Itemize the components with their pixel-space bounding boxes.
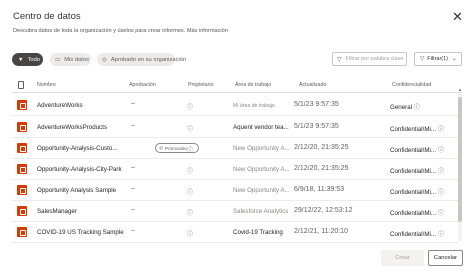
table-row[interactable]: COVID-19 US Tracking Sample – ⓘ Covid-19 Tr… <box>12 222 458 243</box>
row-sensitivity: Confidential\Mi... ⓘ <box>390 166 450 175</box>
sensitivity-label: Confidential\Mi... <box>390 147 437 154</box>
sensitivity-label: Confidential\Mi... <box>390 210 437 217</box>
dataset-icon <box>17 100 27 110</box>
owner-info-icon[interactable]: ⓘ <box>187 102 199 111</box>
info-icon[interactable]: ⓘ <box>438 231 444 238</box>
chevron-down-icon: ⌄ <box>452 56 457 62</box>
owner-info-icon[interactable]: ⓘ <box>187 166 199 175</box>
filter-org-label: Aprobado en su organización <box>110 56 187 63</box>
filter-all-label: Todo <box>27 56 41 63</box>
filter-button[interactable]: ▽ Filtrar(1) ⌄ <box>414 52 462 66</box>
row-name[interactable]: Opportunity Analysis Sample <box>37 187 129 194</box>
col-workspace[interactable]: Área de trabajo <box>235 82 271 88</box>
col-owner[interactable]: Propietario <box>188 82 214 88</box>
scrollbar[interactable]: ▲ <box>458 87 462 241</box>
filter-approved-tab[interactable]: ◎ Aprobado en su organización <box>97 53 186 66</box>
dataset-icon <box>17 122 27 132</box>
row-name[interactable]: COVID-19 US Tracking Sample <box>37 229 129 236</box>
row-sensitivity: Confidential\Mi... ⓘ <box>390 124 450 133</box>
owner-info-icon[interactable]: ⓘ <box>187 208 199 217</box>
row-approval: – <box>131 227 135 234</box>
row-name[interactable]: Opportunity-Analysis-Custo... <box>37 145 129 152</box>
row-updated: 2/12/20, 21:35:25 <box>294 144 349 151</box>
table-row[interactable]: Opportunity-Analysis-City-Park – ⓘ New Oppo… <box>12 159 458 180</box>
col-approval[interactable]: Aprobación <box>129 82 156 88</box>
close-icon[interactable]: ✕ <box>452 10 463 23</box>
dialog-subtitle: Descubra datos de toda la organización y… <box>13 28 228 34</box>
sensitivity-label: Confidential\Mi... <box>390 189 437 196</box>
scroll-up-icon[interactable]: ▲ <box>458 87 462 92</box>
filter-mine-label: Mis datos <box>64 56 90 63</box>
funnel-icon: ▽ <box>420 56 425 62</box>
filter-button-label: Filtrar(1) <box>427 56 449 62</box>
row-updated: 2/12/21, 11:20:10 <box>294 228 348 235</box>
table-row[interactable]: AdventureWorksProducts – ⓘ Aquent vendor te… <box>12 117 458 138</box>
row-sensitivity: General ⓘ <box>390 102 450 111</box>
filter-icon: ▽ <box>337 56 342 63</box>
table-header: Nombre Aprobación Propietario Área de tr… <box>12 79 462 93</box>
dataset-icon <box>17 206 27 216</box>
info-icon[interactable]: ⓘ <box>438 147 444 154</box>
ribbon-icon: ◎ <box>159 145 164 150</box>
owner-info-icon[interactable]: ⓘ <box>187 124 199 133</box>
file-type-icon <box>18 81 24 89</box>
info-icon[interactable]: ⓘ <box>438 126 444 133</box>
owner-info-icon[interactable]: ⓘ <box>187 229 199 238</box>
dataset-icon <box>17 164 27 174</box>
scrollbar-thumb[interactable] <box>458 97 462 222</box>
table-row[interactable]: Opportunity Analysis Sample – ⓘ New Opportu… <box>12 180 458 201</box>
filter-my-data-tab[interactable]: ▭ Mis datos <box>50 53 91 66</box>
row-approval: – <box>131 100 135 107</box>
row-sensitivity: Confidential\Mi... ⓘ <box>390 208 450 217</box>
col-name[interactable]: Nombre <box>37 82 56 88</box>
row-name[interactable]: Opportunity-Analysis-City-Park <box>37 166 129 173</box>
col-sensitivity[interactable]: Confidencialidad <box>392 82 431 88</box>
table-row[interactable]: AdventureWorks – ⓘ Mi área de trabajo 5/1/23… <box>12 95 458 116</box>
row-approval: – <box>131 185 135 192</box>
row-sensitivity: Confidential\Mi... ⓘ <box>390 145 450 154</box>
keyword-filter-input[interactable]: ▽ Filtrar por palabra clave <box>332 52 407 66</box>
info-icon[interactable]: ⓘ <box>414 104 420 111</box>
subtitle-text: Descubra datos de toda la organización y… <box>13 28 186 34</box>
table-row[interactable]: Opportunity-Analysis-Custo... ◎ Promovido ⓘ… <box>12 138 458 159</box>
info-icon[interactable]: ⓘ <box>438 210 444 217</box>
col-updated[interactable]: Actualizado <box>299 82 326 88</box>
sensitivity-label: Confidential\Mi... <box>390 168 437 175</box>
row-approval: – <box>131 164 135 171</box>
row-approval: – <box>131 206 135 213</box>
sensitivity-label: General <box>390 104 413 111</box>
row-sensitivity: Confidential\Mi... ⓘ <box>390 187 450 196</box>
info-icon[interactable]: ⓘ <box>438 168 444 175</box>
row-updated: 6/9/18, 11:39:53 <box>294 186 345 193</box>
search-placeholder: Filtrar por palabra clave <box>345 56 404 62</box>
row-updated: 29/12/22, 12:53:12 <box>294 207 353 214</box>
info-icon[interactable]: ⓘ <box>438 189 444 196</box>
table-row[interactable]: SalesManager – ⓘ Salesforce Analytics 29/12/… <box>12 201 458 222</box>
create-button[interactable]: Crear <box>381 250 424 266</box>
row-name[interactable]: AdventureWorksProducts <box>37 124 129 131</box>
row-name[interactable]: SalesManager <box>37 208 129 215</box>
row-updated: 5/1/23 9:57:35 <box>294 101 339 108</box>
dialog-title: Centro de datos <box>13 11 81 22</box>
more-info-link[interactable]: Más información <box>187 28 228 34</box>
my-data-icon: ▭ <box>55 56 61 63</box>
cancel-button[interactable]: Cancelar <box>428 250 463 266</box>
row-approval: – <box>131 122 135 129</box>
row-updated: 2/12/20, 21:35:25 <box>294 165 349 172</box>
sensitivity-label: Confidential\Mi... <box>390 126 437 133</box>
owner-info-icon[interactable]: ⓘ <box>187 145 199 154</box>
row-sensitivity: Confidential\Mi... ⓘ <box>390 229 450 238</box>
funnel-icon: ▼ <box>18 56 24 63</box>
badge-label: Promovido <box>165 145 187 151</box>
filter-all-tab[interactable]: ▼ Todo <box>12 53 43 66</box>
dataset-icon <box>17 227 27 237</box>
dataset-icon <box>17 143 27 153</box>
dataset-icon <box>17 185 27 195</box>
sensitivity-label: Confidential\Mi... <box>390 231 437 238</box>
owner-info-icon[interactable]: ⓘ <box>187 187 199 196</box>
ribbon-icon: ◎ <box>102 56 107 63</box>
row-name[interactable]: AdventureWorks <box>37 102 129 109</box>
row-updated: 5/1/23 9:57:35 <box>294 123 339 130</box>
